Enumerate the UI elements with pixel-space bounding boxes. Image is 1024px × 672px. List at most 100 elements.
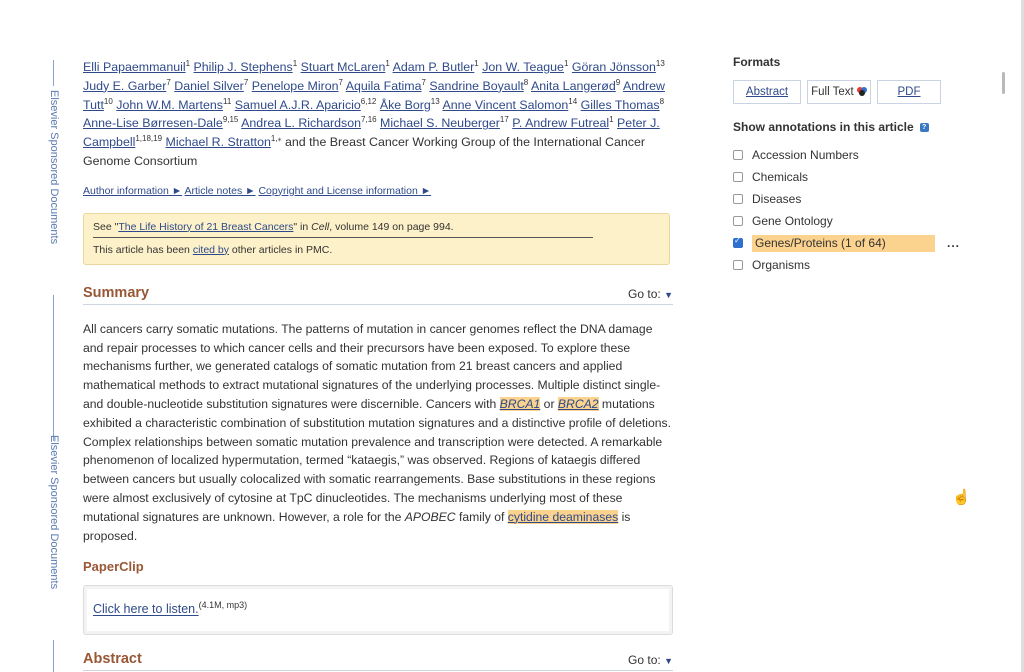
author-link[interactable]: Jon W. Teague — [482, 60, 564, 74]
author-link[interactable]: Penelope Miron — [252, 79, 339, 93]
see-also-line: See "The Life History of 21 Breast Cance… — [93, 220, 593, 238]
author-link[interactable]: Samuel A.J.R. Aparicio — [235, 98, 361, 112]
author-link[interactable]: Elli Papaemmanuil — [83, 60, 186, 74]
chevron-down-icon: ▼ — [664, 289, 673, 300]
gene-annotation-cytidine-deaminases[interactable]: cytidine deaminases — [507, 509, 619, 524]
article-notes-link[interactable]: Article notes ► — [184, 185, 255, 197]
author-link[interactable]: Michael R. Stratton — [166, 135, 271, 149]
hand-pointer-icon: ☝ — [952, 489, 971, 506]
goto-menu[interactable]: Go to: ▼ — [628, 653, 673, 667]
author-link[interactable]: Philip J. Stephens — [194, 60, 293, 74]
affiliation-sup: 1 — [563, 58, 569, 68]
author-list: Elli Papaemmanuil1 Philip J. Stephens1 S… — [83, 58, 673, 171]
affiliation-sup: 9 — [615, 77, 621, 87]
goto-menu[interactable]: Go to: ▼ — [628, 287, 673, 301]
annotation-label: Diseases — [752, 192, 802, 206]
affiliation-sup: 13 — [430, 96, 440, 106]
affiliation-sup: 7,16 — [361, 115, 377, 125]
affiliation-sup: 1 — [292, 58, 298, 68]
author-link[interactable]: Gilles Thomas — [581, 98, 660, 112]
fulltext-format-button[interactable]: Full Text — [807, 80, 871, 104]
more-options-icon[interactable]: ... — [947, 236, 960, 250]
author-link[interactable]: Adam P. Butler — [393, 60, 475, 74]
affiliation-sup: 1 — [474, 58, 479, 68]
annotation-option[interactable]: Accession Numbers — [733, 144, 993, 166]
author-link[interactable]: Anne-Lise Børresen-Dale — [83, 116, 223, 130]
sidebar-divider — [53, 640, 54, 672]
article-main: Elli Papaemmanuil1 Philip J. Stephens1 S… — [83, 58, 673, 672]
listen-link[interactable]: Click here to listen. — [93, 603, 199, 617]
sidebar-divider — [53, 60, 54, 86]
copyright-link[interactable]: Copyright and License information ► — [258, 185, 431, 197]
right-panel: Formats Abstract Full Text PDF Show anno… — [733, 55, 993, 276]
affiliation-sup: 1,⁎ — [270, 134, 282, 144]
checkbox[interactable] — [733, 194, 743, 204]
author-information-link[interactable]: Author information ► — [83, 185, 182, 197]
author-link[interactable]: Åke Borg — [380, 98, 431, 112]
pdf-format-button[interactable]: PDF — [877, 80, 941, 104]
checkbox[interactable] — [733, 236, 743, 248]
affiliation-sup: 7 — [421, 77, 426, 87]
author-link[interactable]: Michael S. Neuberger — [380, 116, 500, 130]
gene-annotation-brca2[interactable]: BRCA2 — [557, 396, 599, 411]
annotation-option[interactable]: Organisms — [733, 254, 993, 276]
author-link[interactable]: Sandrine Boyault — [429, 79, 523, 93]
paperclip-title: PaperClip — [83, 559, 144, 575]
related-article-link[interactable]: The Life History of 21 Breast Cancers — [118, 221, 293, 233]
article-meta-links: Author information ► Article notes ► Cop… — [83, 185, 673, 197]
affiliation-sup: 6,12 — [360, 96, 377, 106]
annotation-option[interactable]: Gene Ontology — [733, 210, 993, 232]
affiliation-sup: 1 — [609, 115, 614, 125]
author-link[interactable]: Judy E. Garber — [83, 79, 166, 93]
affiliation-sup: 1 — [385, 58, 390, 68]
annotation-option[interactable]: Genes/Proteins (1 of 64)... — [733, 232, 993, 254]
summary-title: Summary — [83, 284, 150, 301]
author-link[interactable]: Andrea L. Richardson — [241, 116, 361, 130]
author-link[interactable]: Anne Vincent Salomon — [442, 98, 568, 112]
author-link[interactable]: Stuart McLaren — [301, 60, 386, 74]
formats-title: Formats — [733, 55, 781, 69]
checkbox[interactable] — [733, 260, 743, 270]
related-article-notice: See "The Life History of 21 Breast Cance… — [83, 212, 670, 265]
cited-by-line: This article has been cited by other art… — [93, 243, 333, 256]
multicolor-badge-icon — [856, 86, 867, 98]
affiliation-sup: 1 — [185, 58, 191, 68]
scrollbar-thumb[interactable] — [1002, 72, 1005, 94]
summary-body: All cancers carry somatic mutations. The… — [83, 321, 672, 543]
annotation-label: Accession Numbers — [752, 148, 859, 162]
affiliation-sup: 8 — [659, 96, 665, 106]
affiliation-sup: 7 — [243, 77, 249, 87]
sponsored-sidebar: Elsevier Sponsored Documents Elsevier Sp… — [44, 60, 64, 672]
chevron-down-icon: ▼ — [664, 656, 673, 667]
checkbox[interactable] — [733, 172, 743, 182]
paperclip-box: Click here to listen.(4.1M, mp3) — [83, 585, 673, 636]
affiliation-sup: 13 — [655, 58, 665, 68]
affiliation-sup: 7 — [166, 77, 171, 87]
affiliation-sup: 8 — [523, 77, 529, 87]
affiliation-sup: 11 — [222, 96, 232, 106]
affiliation-sup: 14 — [568, 96, 578, 106]
formats-row: Abstract Full Text PDF — [733, 80, 993, 104]
affiliation-sup: 10 — [103, 96, 113, 106]
author-link[interactable]: P. Andrew Futreal — [512, 116, 609, 130]
author-link[interactable]: Anita Langerød — [531, 79, 616, 93]
checkbox[interactable] — [733, 216, 743, 226]
author-link[interactable]: Daniel Silver — [174, 79, 244, 93]
sidebar-label-top: Elsevier Sponsored Documents — [48, 90, 60, 245]
annotation-label: Genes/Proteins (1 of 64) — [752, 234, 935, 252]
help-icon[interactable]: ? — [919, 123, 929, 133]
author-link[interactable]: Aquila Fatima — [346, 79, 422, 93]
author-link[interactable]: John W.M. Martens — [116, 98, 223, 112]
checkbox[interactable] — [733, 150, 743, 160]
gene-annotation-brca1[interactable]: BRCA1 — [499, 396, 541, 411]
sidebar-divider — [53, 295, 54, 441]
affiliation-sup: 7 — [338, 77, 343, 87]
annotation-label: Gene Ontology — [752, 214, 833, 228]
abstract-format-button[interactable]: Abstract — [733, 80, 801, 104]
annotation-option[interactable]: Diseases — [733, 188, 993, 210]
author-link[interactable]: Göran Jönsson — [572, 60, 656, 74]
cited-by-link[interactable]: cited by — [193, 244, 229, 256]
summary-header: Summary Go to: ▼ — [83, 285, 673, 305]
annotation-option[interactable]: Chemicals — [733, 166, 993, 188]
abstract-title: Abstract — [83, 651, 142, 668]
